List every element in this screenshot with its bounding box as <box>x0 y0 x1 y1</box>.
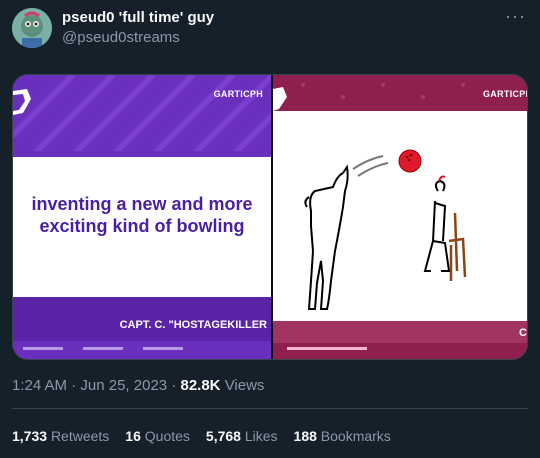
author-handle[interactable]: @pseud0streams <box>62 29 180 46</box>
prompt-text: inventing a new and more exciting kind o… <box>31 194 253 236</box>
tweet-media[interactable]: GARTICPH inventing a new and more exciti… <box>12 74 528 360</box>
gartic-logo-text: GARTICPH <box>213 89 263 99</box>
player-name-label: CAPT. C. "HOSTAGEKILLER <box>119 319 267 331</box>
bookmarks-stat[interactable]: 188 Bookmarks <box>294 428 391 444</box>
likes-stat[interactable]: 5,768 Likes <box>206 428 278 444</box>
tweet-time[interactable]: 1:24 AM <box>12 377 67 394</box>
bookmarks-label: Bookmarks <box>320 428 391 444</box>
tweet-timestamp[interactable]: 1:24 AM · Jun 25, 2023 · 82.8K Views <box>12 377 264 394</box>
quotes-count: 16 <box>125 428 141 444</box>
author-name[interactable]: pseud0 'full time' guy <box>62 9 214 26</box>
magenta-bottom-banner <box>273 321 527 359</box>
bookmarks-count: 188 <box>293 428 317 444</box>
media-image-right[interactable]: GARTICPH C <box>273 75 528 359</box>
avatar[interactable] <box>12 8 52 48</box>
media-image-left[interactable]: GARTICPH inventing a new and more exciti… <box>13 75 271 359</box>
tweet-date[interactable]: Jun 25, 2023 <box>80 377 167 394</box>
player-name-label: C <box>519 327 527 339</box>
gartic-logo-text: GARTICPH <box>483 89 528 99</box>
retweets-stat[interactable]: 1,733 Retweets <box>12 428 109 444</box>
quotes-stat[interactable]: 16 Quotes <box>125 428 190 444</box>
retweets-label: Retweets <box>50 428 110 444</box>
views-count: 82.8K <box>180 377 221 394</box>
quotes-label: Quotes <box>144 428 190 444</box>
bowling-drawing <box>273 111 527 321</box>
purple-stripes-background <box>13 75 271 151</box>
likes-count: 5,768 <box>205 428 241 444</box>
views-label: Views <box>224 377 265 394</box>
divider <box>12 408 528 409</box>
retweets-count: 1,733 <box>12 428 48 444</box>
more-horizontal-icon[interactable]: ··· <box>505 6 526 27</box>
engagement-stats: 1,733 Retweets 16 Quotes 5,768 Likes 188… <box>12 428 391 444</box>
likes-label: Likes <box>244 428 278 444</box>
